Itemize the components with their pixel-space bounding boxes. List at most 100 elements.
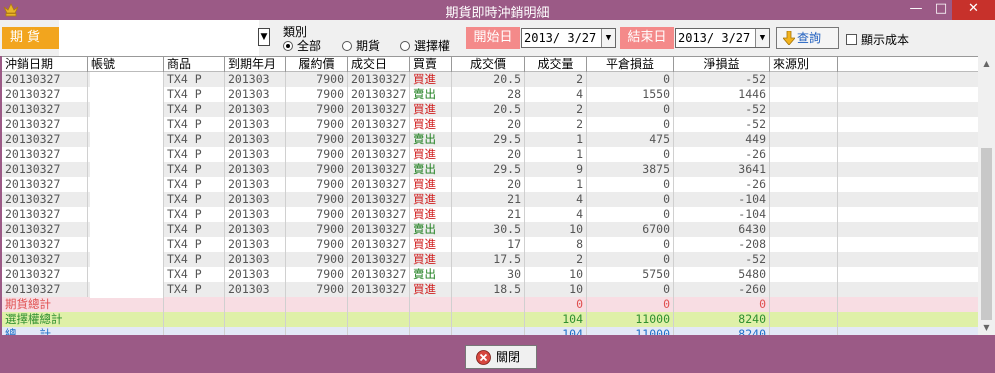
table-cell: 17.5: [452, 252, 525, 267]
table-cell: 201303: [225, 222, 286, 237]
column-header[interactable]: 到期年月: [225, 57, 286, 72]
table-cell: TX4 P: [164, 87, 225, 102]
table-cell: TX4 P: [164, 192, 225, 207]
column-header[interactable]: 成交價: [452, 57, 525, 72]
radio-all[interactable]: 全部: [283, 37, 321, 54]
vertical-scrollbar[interactable]: ▲ ▼: [978, 56, 995, 335]
table-cell: 20130327: [2, 132, 88, 147]
summary-cell: [286, 312, 348, 327]
table-cell: -208: [674, 237, 770, 252]
table-cell: 7900: [286, 102, 348, 117]
radio-futures[interactable]: 期貨: [342, 37, 380, 54]
table-cell: -52: [674, 252, 770, 267]
radio-dot-icon: [400, 41, 410, 51]
table-cell: 17: [452, 237, 525, 252]
title-bar[interactable]: 期貨即時沖銷明細 — □ ✕: [0, 0, 995, 21]
dropdown-arrow-icon[interactable]: ▼: [601, 29, 615, 47]
scrollbar-thumb[interactable]: [981, 148, 992, 320]
summary-cell: [88, 312, 164, 327]
column-header[interactable]: 商品: [164, 57, 225, 72]
table-cell: 201303: [225, 102, 286, 117]
table-cell: 201303: [225, 72, 286, 87]
table-cell: TX4 P: [164, 117, 225, 132]
close-button[interactable]: 關閉: [465, 345, 537, 369]
table-cell: 1: [525, 147, 587, 162]
table-cell: 20130327: [348, 177, 410, 192]
table-cell: 6430: [674, 222, 770, 237]
radio-dot-icon: [342, 41, 352, 51]
table-cell: 2: [525, 117, 587, 132]
table-cell: 20130327: [348, 87, 410, 102]
start-date-picker[interactable]: 2013/ 3/27 ▼: [521, 28, 616, 48]
minimize-button[interactable]: —: [905, 0, 927, 20]
table-cell: 20130327: [2, 222, 88, 237]
table-cell: TX4 P: [164, 282, 225, 297]
table-cell: TX4 P: [164, 177, 225, 192]
maximize-button[interactable]: □: [930, 0, 952, 20]
table-cell: [770, 132, 838, 147]
table-cell: 7900: [286, 267, 348, 282]
column-header[interactable]: 帳號: [88, 57, 164, 72]
table-cell: 0: [587, 177, 674, 192]
table-cell: 5750: [587, 267, 674, 282]
table-cell: 7900: [286, 177, 348, 192]
table-cell: 20130327: [348, 192, 410, 207]
table-cell: TX4 P: [164, 237, 225, 252]
offset-detail-table[interactable]: 沖銷日期 帳號 商品 到期年月 履約價 成交日 買賣 成交價 成交量 平倉損益 淨損益 來源別 2013…: [2, 56, 995, 335]
summary-cell: 104: [525, 312, 587, 327]
account-dropdown-arrow-icon[interactable]: ▼: [258, 28, 270, 46]
table-cell: 10: [525, 267, 587, 282]
table-cell: 8: [525, 237, 587, 252]
table-cell: 20130327: [348, 72, 410, 87]
scroll-down-icon[interactable]: ▼: [978, 320, 995, 335]
table-cell: 20: [452, 117, 525, 132]
table-cell: 10: [525, 222, 587, 237]
summary-cell: [164, 327, 225, 335]
column-header[interactable]: 淨損益: [674, 57, 770, 72]
futures-total-row: 期貨總計 0 0 0: [2, 297, 985, 312]
table-cell: 賣出: [410, 132, 452, 147]
column-header[interactable]: 買賣: [410, 57, 452, 72]
summary-cell: [410, 297, 452, 312]
table-cell: -26: [674, 147, 770, 162]
table-cell: -52: [674, 117, 770, 132]
summary-cell: [770, 327, 838, 335]
query-button[interactable]: 查詢: [776, 27, 839, 49]
column-header[interactable]: 成交量: [525, 57, 587, 72]
column-header[interactable]: 成交日: [348, 57, 410, 72]
summary-cell: [410, 312, 452, 327]
table-cell: -26: [674, 177, 770, 192]
table-cell: 28: [452, 87, 525, 102]
table-cell: [770, 222, 838, 237]
end-date-picker[interactable]: 2013/ 3/27 ▼: [675, 28, 770, 48]
dropdown-arrow-icon[interactable]: ▼: [755, 29, 769, 47]
table-cell: TX4 P: [164, 72, 225, 87]
summary-cell: [88, 327, 164, 335]
show-cost-checkbox[interactable]: 顯示成本: [846, 31, 909, 48]
radio-options[interactable]: 選擇權: [400, 37, 450, 54]
table-cell: [770, 177, 838, 192]
table-cell: [770, 162, 838, 177]
table-cell: 7900: [286, 162, 348, 177]
table-cell: 20130327: [2, 117, 88, 132]
column-header[interactable]: 沖銷日期: [2, 57, 88, 72]
table-cell: 9: [525, 162, 587, 177]
bottom-bar: 關閉: [0, 335, 995, 373]
column-header[interactable]: 來源別: [770, 57, 838, 72]
table-cell: 5480: [674, 267, 770, 282]
table-cell: 賣出: [410, 162, 452, 177]
scroll-up-icon[interactable]: ▲: [978, 56, 995, 71]
table-cell: TX4 P: [164, 102, 225, 117]
column-header[interactable]: 履約價: [286, 57, 348, 72]
table-cell: 21: [452, 192, 525, 207]
close-window-button[interactable]: ✕: [952, 0, 995, 20]
summary-cell: 8240: [674, 312, 770, 327]
table-cell: TX4 P: [164, 252, 225, 267]
table-cell: 201303: [225, 162, 286, 177]
column-header[interactable]: 平倉損益: [587, 57, 674, 72]
account-select[interactable]: [59, 20, 259, 56]
summary-cell: [88, 297, 164, 312]
table-cell: 2: [525, 72, 587, 87]
table-cell: [770, 282, 838, 297]
table-cell: 201303: [225, 117, 286, 132]
